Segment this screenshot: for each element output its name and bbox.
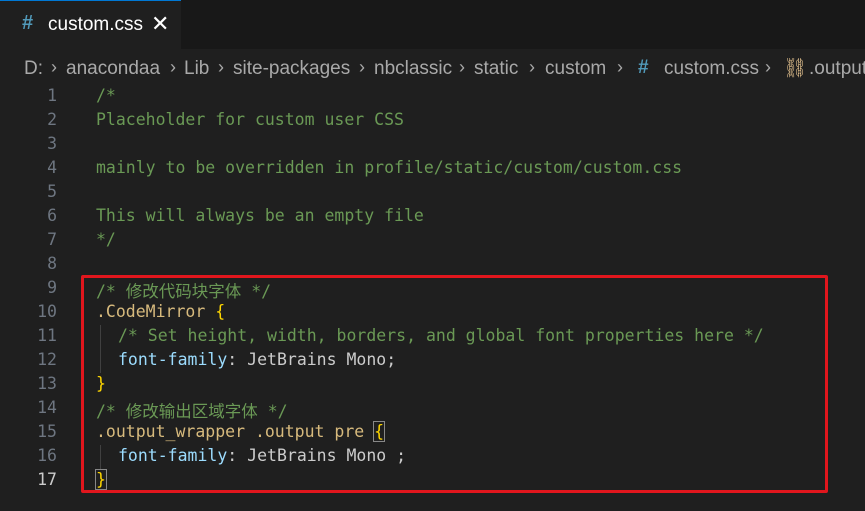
line-number: 14	[37, 398, 57, 417]
code-line: 8	[0, 253, 865, 277]
breadcrumb-drive[interactable]: D:	[24, 58, 43, 80]
line-number: 11	[37, 326, 57, 345]
chevron-right-icon: ›	[617, 57, 623, 77]
code-line: 7 */	[0, 229, 865, 253]
code-line: 3	[0, 133, 865, 157]
tab-custom-css[interactable]: # custom.css ✕	[0, 0, 181, 49]
tab-label: custom.css	[48, 14, 144, 35]
code-line: 2 Placeholder for custom user CSS	[0, 109, 865, 133]
comment-text: mainly to be overridden in profile/stati…	[96, 158, 683, 177]
chevron-right-icon: ›	[529, 57, 535, 77]
breadcrumb-anacondaa[interactable]: anacondaa	[66, 58, 160, 80]
close-icon[interactable]: ✕	[151, 11, 169, 37]
line-number: 13	[37, 374, 57, 393]
line-number: 17	[37, 470, 57, 489]
line-number: 5	[47, 182, 57, 201]
selector-symbol-icon: ⛓	[783, 58, 808, 79]
line-number: 3	[47, 134, 57, 153]
line-number: 9	[47, 278, 57, 297]
line-number: 12	[37, 350, 57, 369]
code-line: 4 mainly to be overridden in profile/sta…	[0, 157, 865, 181]
chevron-right-icon: ›	[51, 57, 57, 77]
breadcrumb-output[interactable]: .output	[809, 58, 865, 80]
line-number: 4	[47, 158, 57, 177]
css-hash-icon: #	[22, 12, 34, 34]
comment-text: Placeholder for custom user CSS	[96, 110, 404, 129]
breadcrumb-site-packages[interactable]: site-packages	[233, 58, 350, 80]
chevron-right-icon: ›	[170, 57, 176, 77]
breadcrumb-nbclassic[interactable]: nbclassic	[374, 58, 452, 80]
line-number: 15	[37, 422, 57, 441]
css-hash-icon: #	[638, 57, 649, 78]
breadcrumb-custom-css[interactable]: custom.css	[664, 58, 759, 80]
line-number: 2	[47, 110, 57, 129]
line-number: 6	[47, 206, 57, 225]
line-number: 8	[47, 254, 57, 273]
chevron-right-icon: ›	[218, 57, 224, 77]
code-line: 1 /*	[0, 85, 865, 109]
line-number: 7	[47, 230, 57, 249]
comment-text: /*	[96, 86, 116, 105]
chevron-right-icon: ›	[765, 57, 771, 77]
chevron-right-icon: ›	[459, 57, 465, 77]
comment-text: */	[96, 230, 116, 249]
code-line: 6 This will always be an empty file	[0, 205, 865, 229]
comment-text: This will always be an empty file	[96, 206, 424, 225]
line-number: 1	[47, 86, 57, 105]
breadcrumb-static[interactable]: static	[474, 58, 518, 80]
line-number: 16	[37, 446, 57, 465]
breadcrumb-lib[interactable]: Lib	[184, 58, 209, 80]
highlight-box	[81, 275, 828, 493]
code-line: 5	[0, 181, 865, 205]
tab-bar: # custom.css ✕	[0, 0, 865, 49]
breadcrumb-custom[interactable]: custom	[545, 58, 606, 80]
breadcrumb: D: › anacondaa › Lib › site-packages › n…	[0, 49, 865, 87]
line-number: 10	[37, 302, 57, 321]
chevron-right-icon: ›	[359, 57, 365, 77]
